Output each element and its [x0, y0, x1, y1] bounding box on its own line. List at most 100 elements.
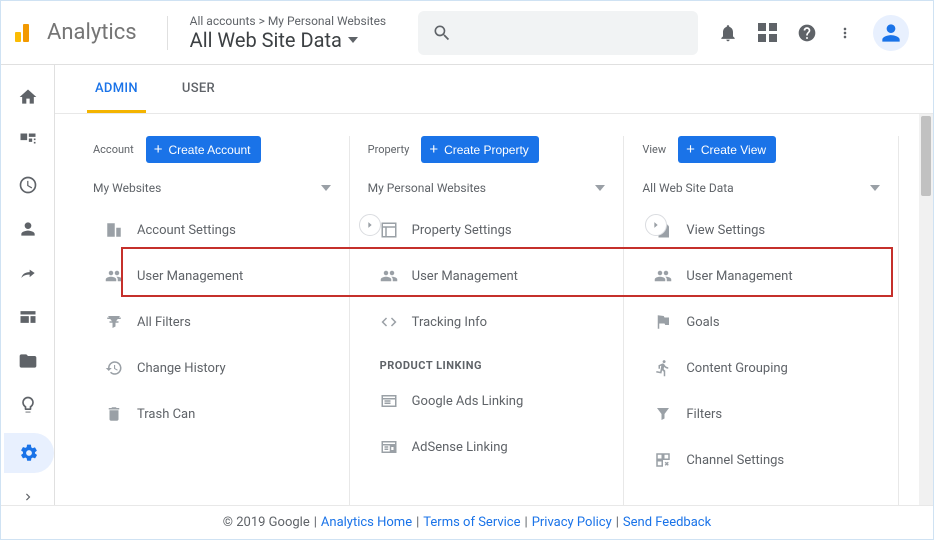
search-icon: [432, 23, 452, 43]
footer-home[interactable]: Analytics Home: [321, 515, 412, 530]
people-icon: [654, 267, 672, 285]
view-label: View: [642, 143, 666, 156]
divider: [167, 16, 168, 50]
search-input[interactable]: [418, 11, 698, 55]
nav-home[interactable]: [8, 77, 48, 117]
arrow-right-icon: [651, 220, 661, 230]
tab-admin[interactable]: ADMIN: [87, 65, 146, 113]
channel-icon: [654, 451, 672, 469]
ads-icon: [380, 392, 398, 410]
channel-settings[interactable]: Channel Settings: [636, 437, 886, 483]
adsense-linking[interactable]: AdSense Linking: [362, 424, 612, 470]
account-user-management[interactable]: User Management: [87, 253, 337, 299]
help-icon[interactable]: [797, 23, 817, 43]
nav-collapse[interactable]: [8, 477, 48, 517]
tracking-info[interactable]: Tracking Info: [362, 299, 612, 345]
nav-discover[interactable]: [8, 385, 48, 425]
tab-user[interactable]: USER: [174, 65, 223, 113]
person-icon: [18, 219, 38, 239]
create-property-button[interactable]: + Create Property: [421, 136, 538, 163]
caret-down-icon: [595, 185, 605, 191]
breadcrumb: All accounts > My Personal Websites: [190, 14, 386, 28]
bell-icon[interactable]: [718, 23, 738, 43]
pages-icon: [18, 307, 38, 327]
lightbulb-icon: [18, 395, 38, 415]
footer-terms[interactable]: Terms of Service: [423, 515, 520, 530]
collapse-account-icon[interactable]: [359, 214, 381, 236]
nav-admin[interactable]: [4, 433, 54, 473]
nav-conversions[interactable]: [8, 341, 48, 381]
adsense-icon: [380, 438, 398, 456]
more-vert-icon[interactable]: [837, 23, 853, 43]
nav-customization[interactable]: [8, 121, 48, 161]
tabs: ADMIN USER: [55, 65, 933, 114]
main: ADMIN USER Account + Create Account My W…: [1, 65, 933, 505]
view-settings[interactable]: View Settings: [636, 207, 886, 253]
property-user-management[interactable]: User Management: [362, 253, 612, 299]
nav-behavior[interactable]: [8, 297, 48, 337]
caret-down-icon: [348, 37, 358, 43]
gear-icon: [19, 443, 39, 463]
footer: © 2019 Google | Analytics Home | Terms o…: [1, 505, 933, 539]
view-user-management[interactable]: User Management: [636, 253, 886, 299]
plus-icon: +: [686, 142, 695, 157]
share-icon: [18, 263, 38, 283]
caret-down-icon: [870, 185, 880, 191]
analytics-logo: [15, 24, 29, 42]
nav-realtime[interactable]: [8, 165, 48, 205]
header: Analytics All accounts > My Personal Web…: [1, 1, 933, 65]
footer-feedback[interactable]: Send Feedback: [623, 515, 711, 530]
filter-icon: [105, 313, 123, 331]
account-column: Account + Create Account My Websites Acc…: [75, 136, 350, 505]
property-selector[interactable]: My Personal Websites: [362, 175, 612, 207]
view-name: All Web Site Data: [190, 28, 342, 52]
create-view-button[interactable]: + Create View: [678, 136, 776, 163]
property-column: Property + Create Property My Personal W…: [350, 136, 625, 505]
account-selector[interactable]: My Websites: [87, 175, 337, 207]
building-icon: [105, 221, 123, 239]
clock-icon: [18, 175, 38, 195]
google-ads-linking[interactable]: Google Ads Linking: [362, 378, 612, 424]
code-icon: [380, 313, 398, 331]
trash-can[interactable]: Trash Can: [87, 391, 337, 437]
history-icon: [105, 359, 123, 377]
arrow-right-icon: [365, 220, 375, 230]
plus-icon: +: [154, 142, 163, 157]
layout-icon: [380, 221, 398, 239]
view-selector[interactable]: All Web Site Data: [636, 175, 886, 207]
create-account-button[interactable]: + Create Account: [146, 136, 261, 163]
apps-icon[interactable]: [758, 23, 777, 42]
view-filters[interactable]: Filters: [636, 391, 886, 437]
all-filters[interactable]: All Filters: [87, 299, 337, 345]
folder-icon: [18, 351, 38, 371]
account-switcher[interactable]: All accounts > My Personal Websites All …: [190, 14, 386, 52]
people-icon: [105, 267, 123, 285]
admin-columns: Account + Create Account My Websites Acc…: [55, 114, 919, 505]
footer-privacy[interactable]: Privacy Policy: [532, 515, 612, 530]
change-history[interactable]: Change History: [87, 345, 337, 391]
property-label: Property: [368, 143, 410, 156]
property-settings[interactable]: Property Settings: [362, 207, 612, 253]
filter-icon: [654, 405, 672, 423]
people-icon: [380, 267, 398, 285]
account-settings[interactable]: Account Settings: [87, 207, 337, 253]
avatar[interactable]: [873, 15, 909, 51]
product-linking-header: PRODUCT LINKING: [362, 345, 612, 378]
chevron-right-icon: [21, 487, 35, 507]
nav-audience[interactable]: [8, 209, 48, 249]
scrollbar[interactable]: [919, 114, 933, 505]
flag-icon: [654, 313, 672, 331]
content-grouping[interactable]: Content Grouping: [636, 345, 886, 391]
left-nav: [1, 65, 55, 505]
goals[interactable]: Goals: [636, 299, 886, 345]
nav-acquisition[interactable]: [8, 253, 48, 293]
home-icon: [18, 87, 38, 107]
collapse-property-icon[interactable]: [645, 214, 667, 236]
caret-down-icon: [321, 185, 331, 191]
header-icons: [718, 15, 925, 51]
scrollbar-thumb[interactable]: [921, 116, 931, 196]
dashboard-icon: [18, 131, 38, 151]
copyright: © 2019 Google: [223, 515, 310, 530]
trash-icon: [105, 405, 123, 423]
product-name: Analytics: [47, 20, 137, 45]
